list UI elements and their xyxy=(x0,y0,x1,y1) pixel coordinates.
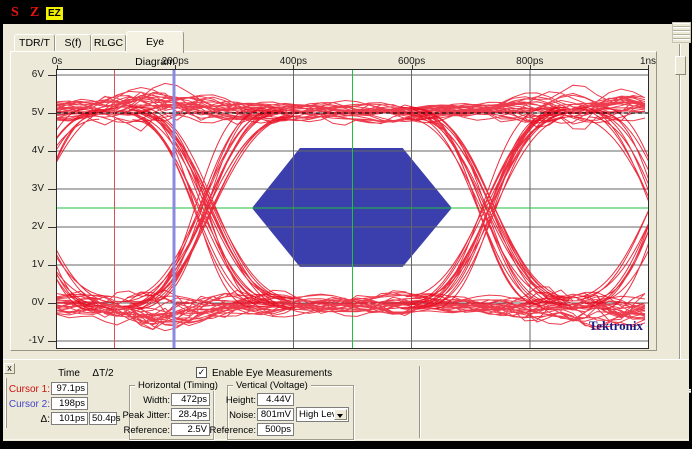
width-field[interactable]: 472ps xyxy=(171,393,210,406)
dt2-column-header: ΔT/2 xyxy=(81,368,125,379)
y-tick-label: 0V xyxy=(16,297,44,308)
peak-jitter-field[interactable]: 28.4ps xyxy=(171,408,210,421)
enable-eye-measurements-checkbox[interactable] xyxy=(196,367,207,378)
close-panel-button[interactable]: x xyxy=(4,363,15,374)
cursor2-label: Cursor 2: xyxy=(9,399,50,410)
panel-drag-grip[interactable] xyxy=(5,378,7,428)
combo-dropdown-arrow-icon[interactable] xyxy=(334,409,347,420)
app-window: S Z EZ TDR/T S(f) RLGC Eye Diagram Tektr… xyxy=(0,0,692,449)
vertical-slider-track[interactable] xyxy=(679,44,681,382)
y-tick-label: 2V xyxy=(16,221,44,232)
x-tick-mark xyxy=(412,65,413,69)
y-tick-mark xyxy=(48,265,56,266)
tab-rlgc[interactable]: RLGC xyxy=(91,34,126,52)
width-label: Width: xyxy=(143,395,170,406)
horizontal-reference-field[interactable]: 2.5V xyxy=(171,423,210,436)
panel-separator xyxy=(419,366,421,438)
vertical-voltage-title: Vertical (Voltage) xyxy=(233,380,311,391)
x-tick-mark xyxy=(648,65,649,69)
horizontal-timing-title: Horizontal (Timing) xyxy=(135,380,221,391)
app-icon-z[interactable]: Z xyxy=(30,5,39,21)
noise-label: Noise: xyxy=(229,410,256,421)
titlebar: S Z EZ xyxy=(3,2,689,24)
delta-time-field[interactable]: 101ps xyxy=(51,412,88,425)
enable-eye-measurements-label: Enable Eye Measurements xyxy=(212,368,332,379)
noise-field[interactable]: 801mV xyxy=(257,408,294,421)
cursor1-time-field[interactable]: 97.1ps xyxy=(51,382,88,395)
tab-eye-diagram[interactable]: Eye Diagram xyxy=(126,31,184,53)
delta-dt2-field[interactable]: 50.4ps xyxy=(89,412,117,425)
y-tick-label: 5V xyxy=(16,107,44,118)
eye-diagram-canvas[interactable]: Tektronix xyxy=(57,70,648,348)
cursor1-label: Cursor 1: xyxy=(9,384,50,395)
x-tick-mark xyxy=(293,65,294,69)
eye-diagram-plot[interactable]: Tektronix xyxy=(56,69,649,349)
peak-jitter-label: Peak Jitter: xyxy=(122,410,170,421)
y-tick-label: 6V xyxy=(16,69,44,80)
y-tick-mark xyxy=(48,113,56,114)
horizontal-reference-label: Reference: xyxy=(124,425,170,436)
height-field[interactable]: 4.44V xyxy=(257,393,294,406)
tab-tdr-t[interactable]: TDR/T xyxy=(14,34,55,52)
y-tick-mark xyxy=(48,227,56,228)
vertical-reference-label: Reference: xyxy=(210,425,256,436)
y-tick-mark xyxy=(48,151,56,152)
y-tick-label: 1V xyxy=(16,259,44,270)
noise-level-select[interactable]: High Level xyxy=(296,407,349,422)
tab-s-f[interactable]: S(f) xyxy=(55,34,91,52)
y-tick-mark xyxy=(48,75,56,76)
y-tick-mark xyxy=(48,189,56,190)
app-icon-s[interactable]: S xyxy=(11,5,19,21)
cursor2-time-field[interactable]: 198ps xyxy=(51,397,88,410)
vertical-slider-thumb[interactable] xyxy=(675,56,686,75)
y-tick-label: -1V xyxy=(16,335,44,346)
app-icon-ez[interactable]: EZ xyxy=(46,7,63,20)
splitter-grip-top[interactable] xyxy=(672,22,691,43)
vertical-reference-field[interactable]: 500ps xyxy=(257,423,294,436)
tektronix-logo: Tektronix xyxy=(589,318,644,333)
x-tick-mark xyxy=(530,65,531,69)
height-label: Height: xyxy=(226,395,256,406)
x-tick-mark xyxy=(57,65,58,69)
delta-label: Δ: xyxy=(41,414,50,425)
y-tick-mark xyxy=(48,303,56,304)
y-tick-mark xyxy=(48,341,56,342)
y-tick-label: 4V xyxy=(16,145,44,156)
x-tick-mark xyxy=(175,65,176,69)
y-tick-label: 3V xyxy=(16,183,44,194)
